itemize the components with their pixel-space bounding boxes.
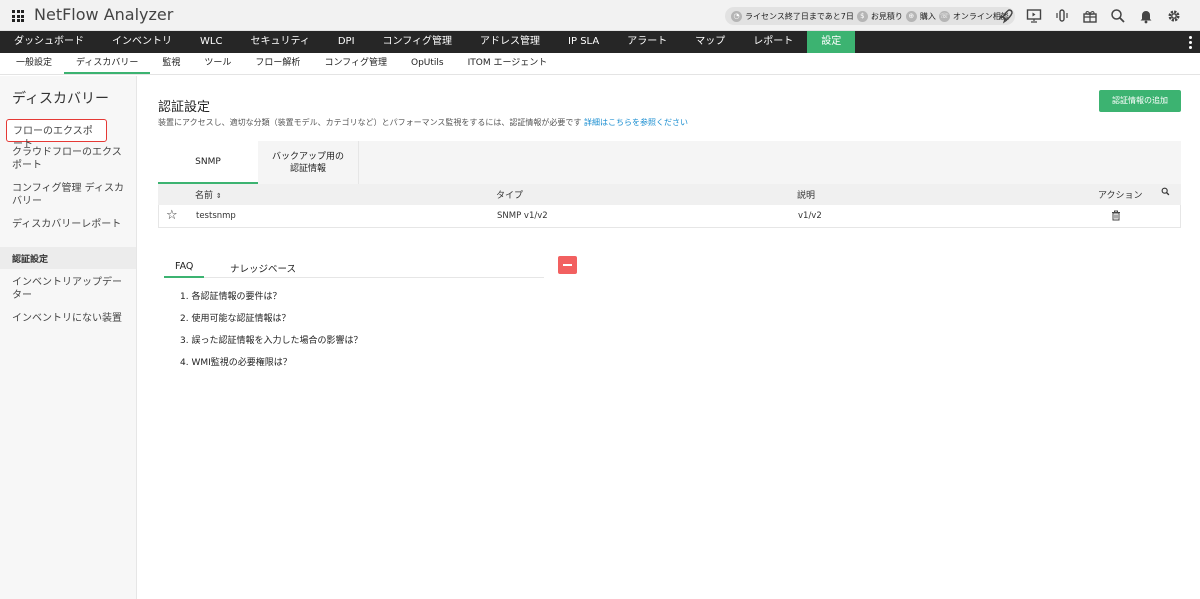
nav-ip-sla[interactable]: IP SLA	[554, 31, 613, 53]
column-name[interactable]: 名前 ⇕	[195, 188, 222, 201]
tab-faq[interactable]: FAQ	[164, 261, 205, 278]
cell-description: v1/v2	[798, 211, 822, 221]
subnav-flow-analysis[interactable]: フロー解析	[243, 53, 312, 74]
page-title: 認証設定	[158, 100, 211, 115]
table-search-icon[interactable]	[1161, 187, 1170, 199]
app-grid-icon[interactable]	[12, 10, 24, 22]
add-credential-button[interactable]: 認証情報の追加	[1099, 90, 1181, 112]
main-nav: ダッシュボード インベントリ WLC セキュリティ DPI コンフィグ管理 アド…	[0, 31, 1200, 53]
quote-link[interactable]: お見積り	[871, 11, 903, 22]
nav-security[interactable]: セキュリティ	[236, 31, 323, 53]
description-text: 装置にアクセスし、適切な分類（装置モデル、カテゴリなど）とパフォーマンス監視をす…	[158, 118, 582, 127]
sort-icon[interactable]: ⇕	[216, 192, 222, 200]
subnav-itom-agent[interactable]: ITOM エージェント	[456, 53, 560, 74]
tab-backup-label: バックアップ用の認証情報	[272, 151, 345, 174]
faq-list: 1. 各認証情報の要件は？ 2. 使用可能な認証情報は？ 3. 誤った認証情報を…	[180, 290, 362, 378]
sidebar-item-flow-export[interactable]: フローのエクスポート	[6, 119, 107, 150]
bell-icon[interactable]	[1136, 6, 1155, 25]
faq-item[interactable]: 1. 各認証情報の要件は？	[180, 290, 362, 312]
tab-snmp-label: SNMP	[195, 156, 221, 167]
nav-alerts[interactable]: アラート	[613, 31, 681, 53]
sidebar-item-discovery-report[interactable]: ディスカバリーレポート	[12, 218, 130, 231]
subnav-monitoring[interactable]: 監視	[150, 53, 192, 74]
column-description: 説明	[797, 191, 816, 201]
sub-nav: 一般設定 ディスカバリー 監視 ツール フロー解析 コンフィグ管理 OpUtil…	[0, 53, 1200, 75]
rocket-icon[interactable]	[996, 6, 1015, 25]
faq-item[interactable]: 3. 誤った認証情報を入力した場合の影響は？	[180, 334, 362, 356]
sidebar: ディスカバリー フローのエクスポート クラウドフローのエクスポート コンフィグ管…	[0, 76, 137, 599]
dollar-icon: $	[856, 10, 868, 22]
nav-wlc[interactable]: WLC	[186, 31, 236, 53]
buy-link[interactable]: 購入	[920, 11, 936, 22]
subnav-discovery[interactable]: ディスカバリー	[64, 53, 151, 74]
details-link[interactable]: 詳細はこちらを参照ください	[584, 118, 688, 127]
app-header: NetFlow Analyzer ◔ ライセンス終了日まであと7日 $ お見積り…	[0, 0, 1200, 31]
credential-tabs: SNMP バックアップ用の認証情報	[158, 141, 1181, 184]
main-content: 認証設定 装置にアクセスし、適切な分類（装置モデル、カテゴリなど）とパフォーマン…	[138, 76, 1200, 599]
cell-name: testsnmp	[196, 211, 236, 221]
gear-icon[interactable]	[1164, 6, 1183, 25]
license-link[interactable]: ライセンス終了日まであと7日	[745, 11, 854, 22]
delete-icon[interactable]	[1111, 210, 1121, 224]
nav-reports[interactable]: レポート	[739, 31, 807, 53]
license-bar: ◔ ライセンス終了日まであと7日 $ お見積り ⊕ 購入 ☏ オンライン相談	[725, 7, 1015, 25]
faq-item[interactable]: 2. 使用可能な認証情報は？	[180, 312, 362, 334]
sidebar-item-credentials[interactable]: 認証設定	[0, 247, 136, 269]
phone-icon: ☏	[938, 10, 950, 22]
subnav-oputils[interactable]: OpUtils	[399, 53, 456, 74]
search-icon[interactable]	[1108, 6, 1127, 25]
app-title: NetFlow Analyzer	[34, 5, 174, 24]
page-description: 装置にアクセスし、適切な分類（装置モデル、カテゴリなど）とパフォーマンス監視をす…	[158, 117, 688, 128]
nav-dpi[interactable]: DPI	[324, 31, 369, 53]
presentation-icon[interactable]	[1024, 6, 1043, 25]
header-icon-group	[996, 6, 1183, 25]
subnav-tools[interactable]: ツール	[192, 53, 243, 74]
tab-backup-credentials[interactable]: バックアップ用の認証情報	[258, 141, 359, 184]
faq-item[interactable]: 4. WMI監視の必要権限は？	[180, 356, 362, 378]
cell-type: SNMP v1/v2	[497, 211, 548, 221]
subnav-general[interactable]: 一般設定	[4, 53, 64, 74]
column-action: アクション	[1098, 191, 1143, 201]
sidebar-item-config-discovery[interactable]: コンフィグ管理 ディスカバリー	[12, 182, 130, 208]
column-name-label: 名前	[195, 191, 214, 201]
nav-settings[interactable]: 設定	[807, 31, 856, 53]
nav-dashboard[interactable]: ダッシュボード	[0, 31, 98, 53]
table-row: ☆ testsnmp SNMP v1/v2 v1/v2	[158, 205, 1181, 228]
sidebar-item-devices-not-in-inventory[interactable]: インベントリにない装置	[12, 312, 130, 325]
cart-icon: ⊕	[905, 10, 917, 22]
sidebar-item-inventory-updater[interactable]: インベントリアップデーター	[12, 276, 130, 302]
credentials-table: 名前 ⇕ タイプ 説明 アクション ☆ testsnmp SNMP v1/v2 …	[158, 184, 1181, 228]
nav-maps[interactable]: マップ	[681, 31, 739, 53]
nav-inventory[interactable]: インベントリ	[98, 31, 186, 53]
more-menu-icon[interactable]	[1189, 36, 1192, 49]
sidebar-item-cloud-flow-export[interactable]: クラウドフローのエクスポート	[12, 146, 130, 172]
faq-tabs: FAQ ナレッジベース	[164, 256, 544, 278]
gift-icon[interactable]	[1080, 6, 1099, 25]
nav-config-management[interactable]: コンフィグ管理	[369, 31, 467, 53]
subnav-config-management[interactable]: コンフィグ管理	[312, 53, 399, 74]
star-icon[interactable]: ☆	[166, 208, 178, 223]
table-header: 名前 ⇕ タイプ 説明 アクション	[158, 184, 1181, 205]
nav-address-management[interactable]: アドレス管理	[466, 31, 554, 53]
tab-snmp[interactable]: SNMP	[158, 141, 258, 184]
collapse-button[interactable]	[558, 256, 577, 274]
tab-knowledge-base[interactable]: ナレッジベース	[230, 261, 296, 278]
remote-icon[interactable]	[1052, 6, 1071, 25]
license-icon: ◔	[731, 10, 742, 22]
sidebar-title: ディスカバリー	[12, 91, 110, 107]
column-type: タイプ	[496, 191, 524, 201]
